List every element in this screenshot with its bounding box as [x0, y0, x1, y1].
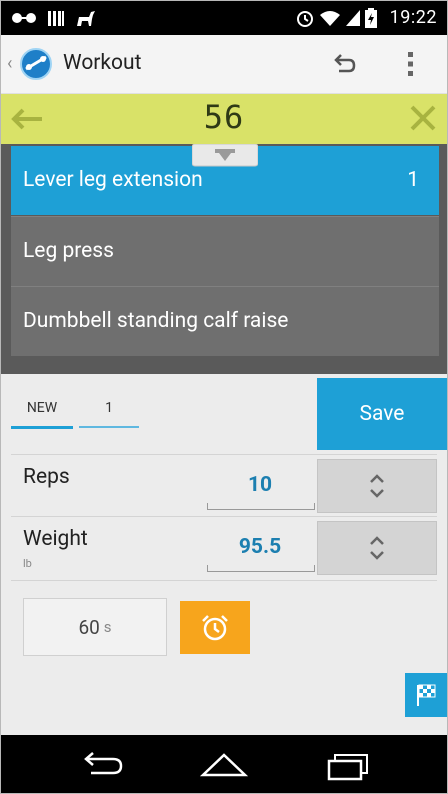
number-display[interactable]: 56 [1, 98, 447, 136]
alarm-button[interactable] [180, 601, 250, 654]
weight-row: Weight lb 95.5 [11, 516, 437, 579]
divider [11, 580, 437, 581]
alarm-clock-icon [202, 614, 228, 640]
tab-new[interactable]: NEW [11, 400, 73, 416]
weight-input-underline [207, 565, 315, 572]
clock: 19:22 [389, 7, 437, 28]
wifi-icon [320, 11, 340, 26]
app-window: 19:22 ‹ Workout 56 Lever leg extension 1… [0, 0, 448, 794]
navigation-bar [1, 735, 447, 793]
timer-value: 60 [78, 615, 100, 639]
bars-icon [48, 11, 64, 26]
undo-icon[interactable] [331, 51, 357, 77]
checkered-flag-icon [417, 684, 436, 706]
reps-row: Reps 10 [11, 454, 437, 517]
battery-icon [365, 8, 377, 28]
close-icon[interactable] [409, 104, 437, 132]
list-item[interactable]: Dumbbell standing calf raise [11, 286, 439, 356]
page-title: Workout [63, 51, 142, 75]
weight-input[interactable]: 95.5 [207, 535, 313, 559]
exercise-list: Lever leg extension 1 Leg press Dumbbell… [1, 144, 447, 374]
tab-indicator [11, 426, 73, 429]
exercise-label: Dumbbell standing calf raise [23, 309, 289, 333]
notification-icons [11, 9, 97, 27]
animal-icon [77, 11, 95, 26]
timer-unit: s [103, 618, 112, 636]
tab-set-1[interactable]: 1 [79, 400, 139, 416]
system-icons [295, 8, 377, 28]
reps-input[interactable]: 10 [207, 473, 313, 497]
home-icon[interactable] [199, 751, 249, 779]
reps-input-underline [207, 503, 315, 510]
status-bar: 19:22 [1, 1, 447, 35]
save-button[interactable]: Save [317, 378, 447, 450]
tab-underline [79, 426, 139, 428]
weight-label: Weight [23, 527, 88, 551]
weight-unit: lb [23, 557, 32, 570]
app-logo-icon[interactable] [19, 47, 53, 81]
set-count: 1 [407, 168, 419, 192]
overflow-menu-icon[interactable] [401, 49, 421, 79]
finish-workout-button[interactable] [405, 673, 447, 717]
reps-stepper[interactable] [317, 459, 437, 513]
rest-timer[interactable]: 60 s [23, 598, 167, 656]
up-down-chevron-icon [370, 474, 384, 498]
number-bar: 56 [1, 94, 447, 144]
list-item[interactable]: Leg press [11, 216, 439, 286]
set-editor: NEW 1 Save Reps 10 Weight lb 95.5 60 s [1, 374, 447, 734]
recent-apps-icon[interactable] [323, 749, 373, 781]
up-down-chevron-icon [370, 536, 384, 560]
action-bar: ‹ Workout [1, 35, 447, 94]
voicemail-icon [12, 13, 36, 23]
exercise-label: Leg press [23, 239, 114, 263]
reps-label: Reps [23, 465, 70, 489]
drag-handle-icon[interactable] [192, 144, 258, 168]
alarm-clock-icon [297, 11, 313, 27]
signal-icon [346, 10, 360, 26]
exercise-label: Lever leg extension [23, 168, 203, 192]
back-icon[interactable] [77, 751, 127, 779]
up-caret-icon[interactable]: ‹ [7, 53, 12, 74]
weight-stepper[interactable] [317, 521, 437, 575]
